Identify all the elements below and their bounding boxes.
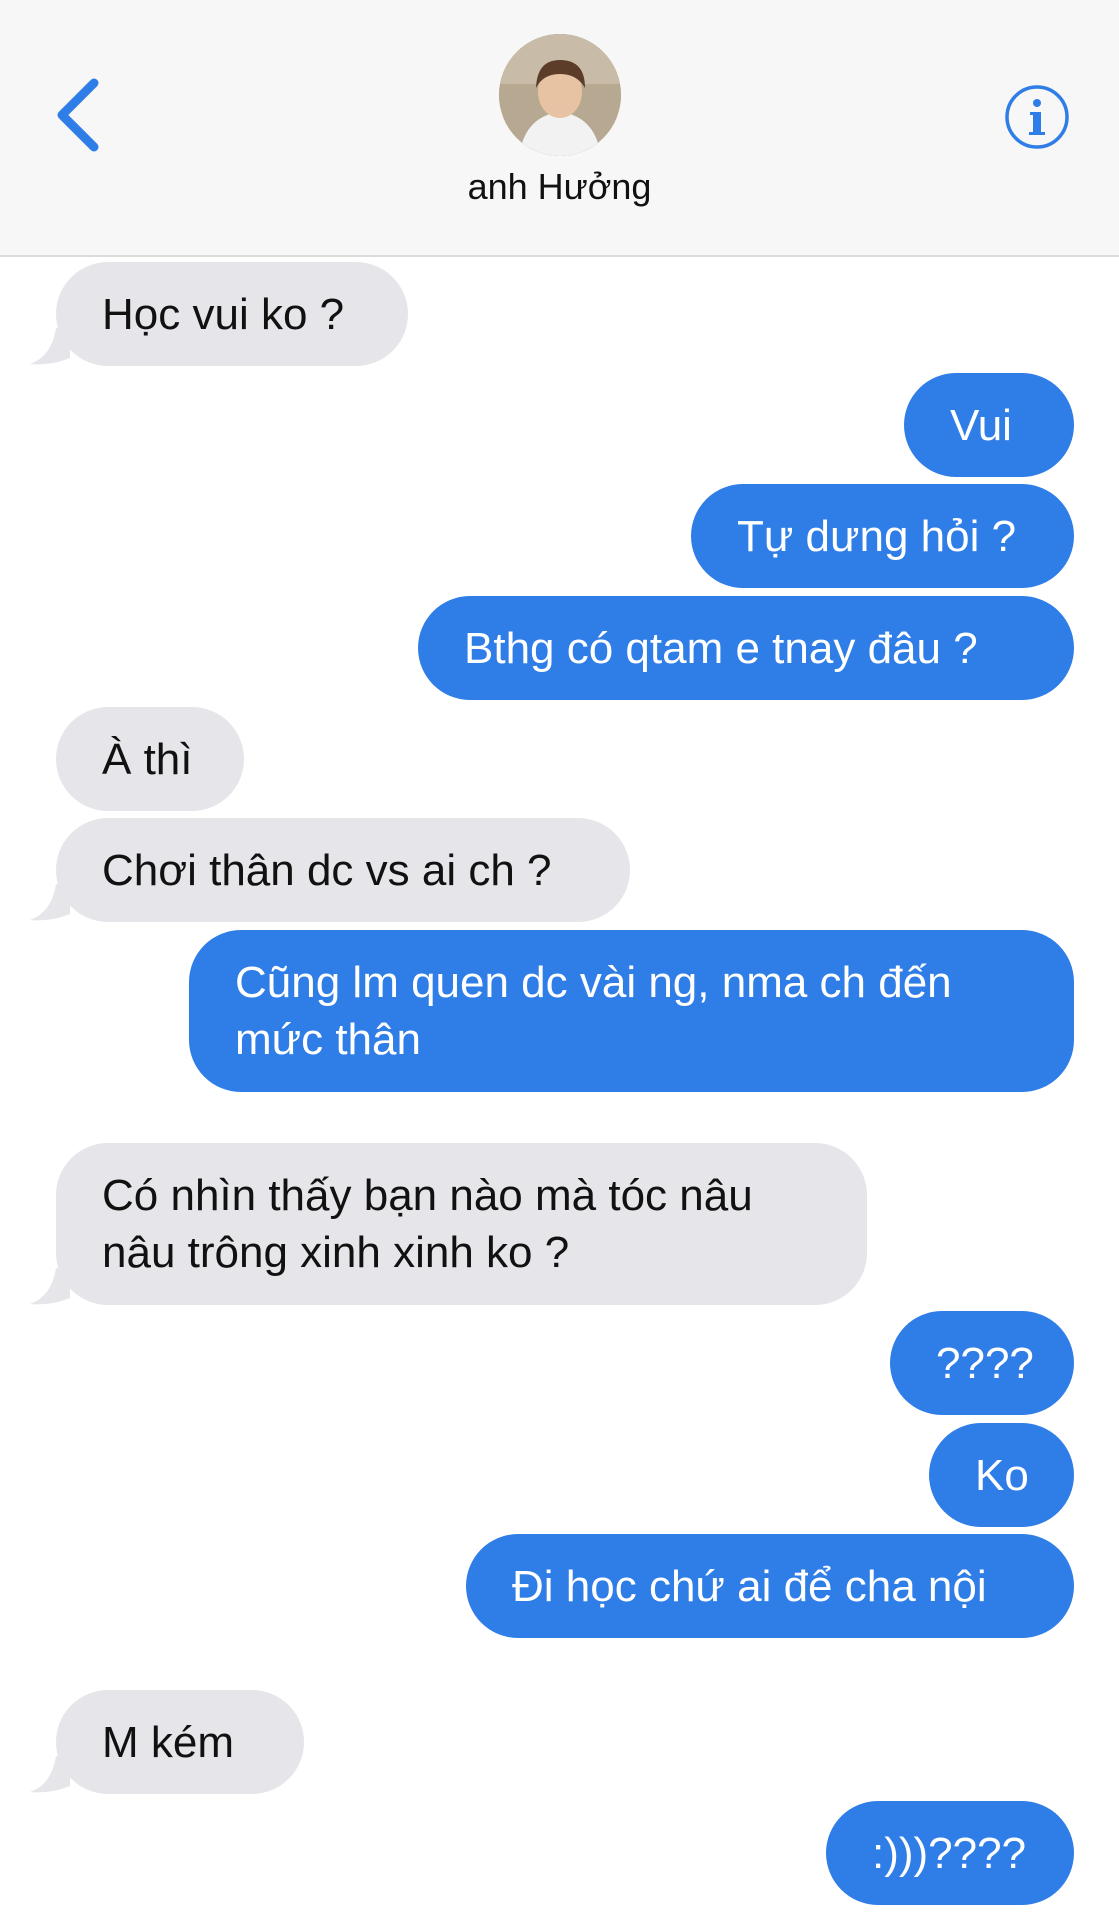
message-bubble-received[interactable]: Chơi thân dc vs ai ch ? (56, 818, 630, 922)
message-bubble-sent[interactable]: Ko (929, 1423, 1074, 1527)
message-bubble-sent[interactable]: Bthg có qtam e tnay đâu ? (418, 596, 1074, 700)
info-icon (1005, 85, 1069, 149)
contact-name[interactable]: anh Hưởng (0, 166, 1119, 208)
message-bubble-received[interactable]: M kém (56, 1690, 304, 1794)
message-bubble-sent[interactable]: Vui (904, 373, 1074, 477)
bubble-tail (30, 328, 70, 365)
chat-header: anh Hưởng (0, 0, 1119, 257)
bubble-tail (30, 1268, 70, 1305)
chevron-left-icon (57, 78, 99, 152)
contact-photo (499, 34, 621, 156)
message-bubble-received[interactable]: Có nhìn thấy bạn nào mà tóc nâu nâu trôn… (56, 1143, 867, 1305)
info-button[interactable] (1004, 84, 1070, 150)
bubble-tail (30, 1756, 70, 1793)
message-bubble-sent[interactable]: :)))???? (826, 1801, 1074, 1905)
message-bubble-sent[interactable]: Đi học chứ ai để cha nội (466, 1534, 1074, 1638)
message-bubble-sent[interactable]: Tự dưng hỏi ? (691, 484, 1074, 588)
back-button[interactable] (50, 75, 110, 155)
message-bubble-received[interactable]: Học vui ko ? (56, 262, 408, 366)
message-bubble-sent[interactable]: Cũng lm quen dc vài ng, nma ch đến mức t… (189, 930, 1074, 1092)
message-bubble-sent[interactable]: ???? (890, 1311, 1074, 1415)
message-bubble-received[interactable]: À thì (56, 707, 244, 811)
avatar[interactable] (499, 34, 621, 156)
bubble-tail (30, 884, 70, 921)
